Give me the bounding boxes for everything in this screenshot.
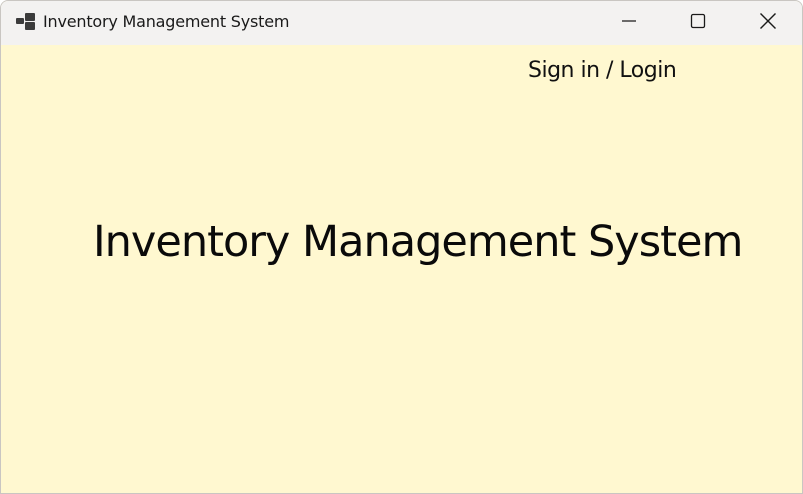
main-form: Sign in / Login Inventory Management Sys… xyxy=(1,45,802,493)
close-button[interactable] xyxy=(745,1,791,45)
maximize-icon xyxy=(690,13,706,33)
minimize-button[interactable] xyxy=(606,1,652,45)
title-bar[interactable]: Inventory Management System xyxy=(1,1,802,45)
window-title: Inventory Management System xyxy=(43,12,290,31)
app-window: Inventory Management System Sign in / Lo… xyxy=(0,0,803,494)
close-icon xyxy=(759,12,777,34)
page-title: Inventory Management System xyxy=(93,217,743,267)
signin-login-link[interactable]: Sign in / Login xyxy=(528,58,677,83)
maximize-button[interactable] xyxy=(675,1,721,45)
minimize-icon xyxy=(621,13,637,33)
app-window-icon xyxy=(16,13,36,31)
